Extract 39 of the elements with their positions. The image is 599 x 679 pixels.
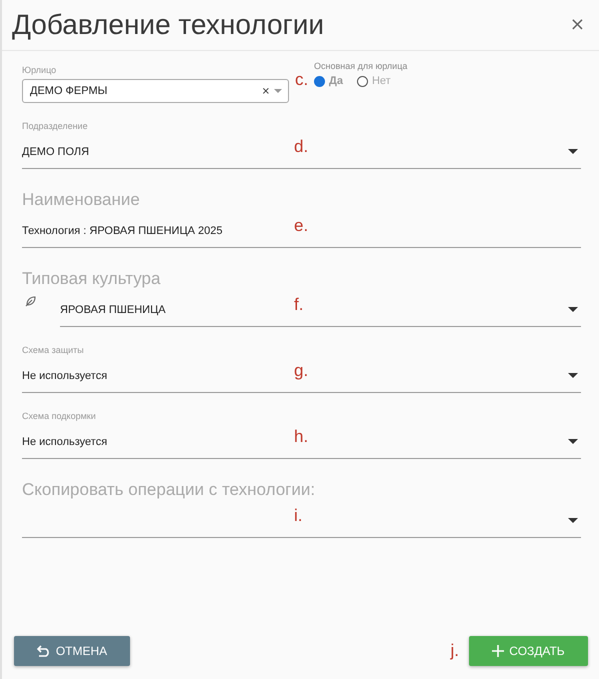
caret-icon bbox=[568, 373, 578, 378]
caret-icon bbox=[568, 149, 578, 154]
annotation-label: d. bbox=[294, 137, 308, 157]
select-field[interactable]: ДЕМО ФЕРМЫ × bbox=[22, 79, 289, 103]
radio-label: Нет bbox=[372, 75, 391, 87]
field-label: Схема подкормки bbox=[22, 411, 97, 421]
dialog-title: Добавление технологии bbox=[12, 9, 324, 41]
caret-icon bbox=[568, 307, 578, 312]
annotation-label: j. bbox=[450, 641, 459, 661]
select-value: ДЕМО ФЕРМЫ bbox=[30, 85, 108, 97]
plus-icon bbox=[492, 645, 504, 657]
field-label: Типовая культура bbox=[22, 269, 162, 289]
clear-button[interactable]: × bbox=[262, 86, 270, 96]
annotation-label: g. bbox=[294, 361, 308, 381]
close-button[interactable]: × bbox=[568, 16, 587, 34]
radio-label: Да bbox=[329, 75, 343, 87]
field-label: Подразделение bbox=[22, 121, 89, 131]
annotation-label: c. bbox=[295, 70, 308, 90]
radio-button[interactable] bbox=[356, 76, 368, 86]
field-label: Основная для юрлица bbox=[314, 61, 408, 71]
caret-icon bbox=[568, 518, 578, 523]
radio-button[interactable] bbox=[314, 76, 325, 86]
field-value: Не используется bbox=[22, 370, 108, 382]
annotation-label: h. bbox=[294, 427, 308, 447]
undo-icon bbox=[36, 645, 51, 657]
field-label: Наименование bbox=[22, 190, 141, 210]
field-value: Технология : ЯРОВАЯ ПШЕНИЦА 2025 bbox=[22, 224, 222, 236]
field-value: ЯРОВАЯ ПШЕНИЦА bbox=[60, 304, 166, 316]
annotation-label: i. bbox=[294, 506, 302, 526]
field-label: Схема защиты bbox=[22, 345, 85, 355]
cancel-button[interactable]: ОТМЕНА bbox=[14, 636, 130, 666]
field-label: Юрлицо bbox=[22, 65, 58, 75]
annotation-label: f. bbox=[294, 295, 304, 315]
caret-icon bbox=[274, 89, 282, 93]
field-value: ДЕМО ПОЛЯ bbox=[22, 146, 90, 158]
field-label: Скопировать операции с технологии: bbox=[22, 480, 316, 500]
field-value: Не используется bbox=[22, 436, 108, 448]
annotation-label: e. bbox=[294, 216, 308, 236]
caret-icon bbox=[568, 439, 578, 444]
